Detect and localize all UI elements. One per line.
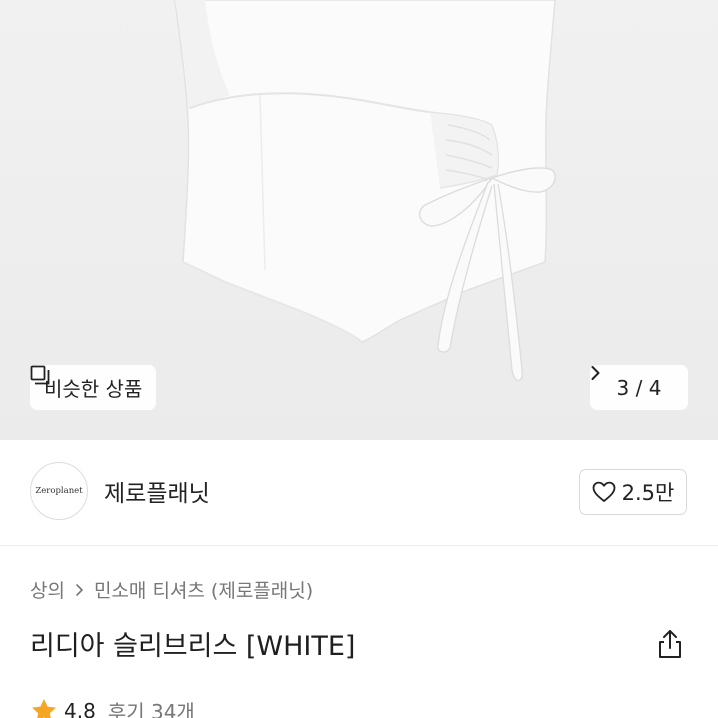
product-image[interactable]: 비슷한 상품 3 / 4 bbox=[0, 0, 718, 440]
similar-items-button[interactable]: 비슷한 상품 bbox=[30, 365, 157, 410]
heart-outline-icon bbox=[592, 481, 616, 502]
star-icon bbox=[32, 698, 56, 718]
pager-text: 3 / 4 bbox=[616, 375, 662, 400]
share-icon[interactable] bbox=[655, 628, 685, 660]
shop-row[interactable]: Zeroplanet 제로플래닛 2.5만 bbox=[0, 440, 718, 546]
product-page: 비슷한 상품 3 / 4 Zeroplanet 제로플래닛 2.5만 상의 민소… bbox=[0, 0, 718, 718]
similar-items-icon bbox=[30, 365, 50, 385]
image-pager[interactable]: 3 / 4 bbox=[590, 365, 688, 410]
chevron-right-icon bbox=[591, 366, 600, 380]
shop-logo-text: Zeroplanet bbox=[35, 486, 83, 496]
similar-items-label: 비슷한 상품 bbox=[44, 377, 143, 401]
shop-logo[interactable]: Zeroplanet bbox=[30, 462, 88, 520]
rating-score: 4.8 bbox=[64, 698, 96, 718]
like-button[interactable]: 2.5만 bbox=[579, 469, 687, 515]
rating-summary[interactable]: 4.8 후기 34개 bbox=[30, 696, 195, 718]
product-title: 리디아 슬리브리스 [WHITE] bbox=[30, 631, 356, 662]
chevron-right-icon bbox=[76, 583, 83, 596]
breadcrumb-category[interactable]: 상의 bbox=[30, 576, 65, 603]
breadcrumb: 상의 민소매 티셔츠 (제로플래닛) bbox=[30, 576, 313, 603]
shop-name[interactable]: 제로플래닛 bbox=[104, 474, 210, 508]
review-count: 후기 34개 bbox=[107, 700, 195, 718]
like-count: 2.5만 bbox=[621, 481, 675, 505]
breadcrumb-subcategory[interactable]: 민소매 티셔츠 (제로플래닛) bbox=[94, 576, 313, 603]
